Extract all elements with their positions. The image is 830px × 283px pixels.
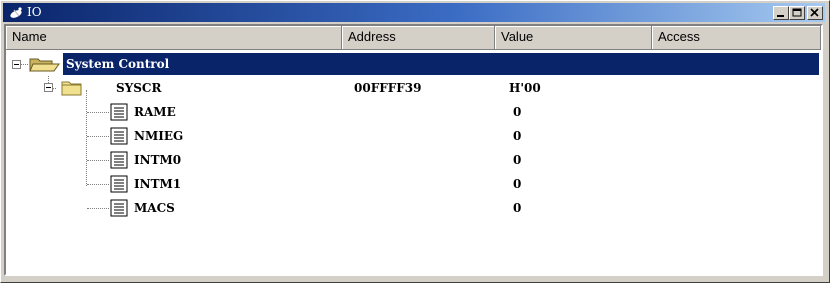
column-header: Name Address Value Access: [6, 26, 821, 50]
register-tree-view[interactable]: Name Address Value Access System Control: [4, 24, 823, 276]
register-name: SYSCR: [116, 81, 162, 95]
bit-name: NMIEG: [134, 129, 184, 143]
column-value[interactable]: Value: [495, 26, 652, 50]
close-icon: [810, 8, 819, 17]
register-address: 00FFFF39: [354, 81, 422, 95]
title-bar[interactable]: IO: [3, 3, 825, 22]
tree-row-bit[interactable]: INTM1 0: [6, 172, 821, 196]
tree-connector: [87, 184, 109, 185]
tree-row-bit[interactable]: RAME 0: [6, 100, 821, 124]
document-lines-icon: [110, 103, 128, 121]
close-button[interactable]: [807, 6, 823, 20]
document-lines-icon: [110, 151, 128, 169]
bit-value: 0: [513, 105, 522, 119]
bit-value: 0: [513, 129, 522, 143]
collapse-toggle[interactable]: [44, 83, 53, 92]
column-name[interactable]: Name: [6, 26, 342, 50]
tree-connector: [87, 112, 109, 113]
tree-row-bit[interactable]: INTM0 0: [6, 148, 821, 172]
document-lines-icon: [110, 127, 128, 145]
collapse-toggle[interactable]: [12, 60, 21, 69]
io-window: IO Name Address Value Access System Cont…: [0, 0, 830, 283]
bit-name: INTM0: [134, 153, 182, 167]
tree-connector: [87, 208, 109, 209]
document-lines-icon: [110, 199, 128, 217]
selection-highlight: [63, 53, 819, 75]
bit-name: INTM1: [134, 177, 182, 191]
bit-value: 0: [513, 177, 522, 191]
register-value: H'00: [509, 81, 541, 95]
minimize-button[interactable]: [773, 6, 789, 20]
maximize-icon: [792, 8, 802, 17]
tree-row-system-control[interactable]: System Control: [6, 52, 821, 76]
bit-name: RAME: [134, 105, 176, 119]
minimize-icon: [777, 15, 784, 17]
tree-connector: [87, 136, 109, 137]
bit-value: 0: [513, 201, 522, 215]
bit-value: 0: [513, 153, 522, 167]
tree-row-syscr[interactable]: SYSCR 00FFFF39 H'00: [6, 76, 821, 100]
bit-name: MACS: [134, 201, 175, 215]
maximize-button[interactable]: [789, 6, 805, 20]
column-access[interactable]: Access: [652, 26, 821, 50]
open-folder-icon: [29, 58, 60, 72]
folder-icon: [61, 81, 82, 96]
tree-connector: [87, 160, 109, 161]
window-title: IO: [27, 5, 42, 19]
column-address[interactable]: Address: [342, 26, 495, 50]
document-lines-icon: [110, 175, 128, 193]
tree-row-bit[interactable]: MACS 0: [6, 196, 821, 220]
satellite-dish-icon: [10, 7, 22, 18]
tree-row-bit[interactable]: NMIEG 0: [6, 124, 821, 148]
tree-item-label: System Control: [66, 57, 170, 71]
